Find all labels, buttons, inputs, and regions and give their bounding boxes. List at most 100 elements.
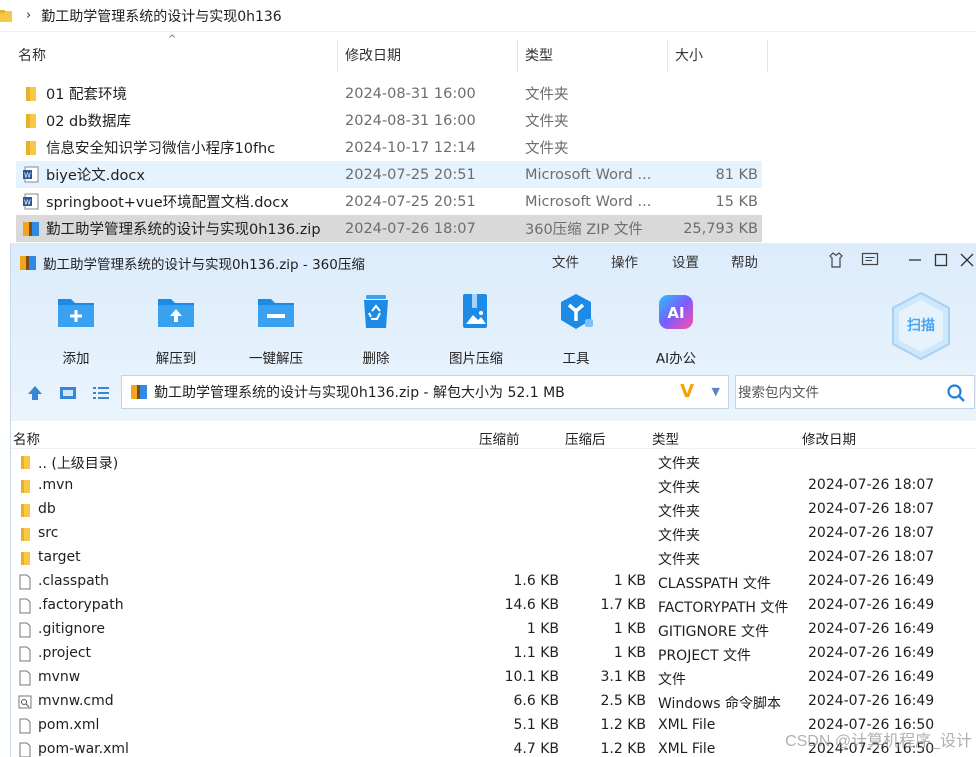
archive-row[interactable]: db 文件夹 2024-07-26 18:07 xyxy=(11,498,976,522)
window-title: 勤工助学管理系统的设计与实现0h136.zip - 360压缩 xyxy=(19,251,365,275)
entry-name: target xyxy=(38,549,81,565)
entry-size-after: 3.1 KB xyxy=(600,669,647,685)
folder-icon xyxy=(0,9,12,22)
file-type: 文件夹 xyxy=(525,114,569,130)
svg-text:W: W xyxy=(24,172,31,180)
breadcrumb-path[interactable]: 勤工助学管理系统的设计与实现0h136 xyxy=(41,6,282,26)
column-name[interactable]: 名称 xyxy=(13,428,40,448)
file-type: Microsoft Word ... xyxy=(525,166,652,183)
archive-row[interactable]: .mvn 文件夹 2024-07-26 18:07 xyxy=(11,474,976,498)
zip-archive-icon xyxy=(131,385,147,399)
entry-date: 2024-07-26 16:49 xyxy=(808,669,935,685)
archive-row[interactable]: .classpath 1.6 KB 1 KB CLASSPATH 文件 2024… xyxy=(11,570,976,594)
csdn-watermark: CSDN @计算机程序_设计 xyxy=(785,733,972,750)
menu-operate[interactable]: 操作 xyxy=(611,251,638,271)
close-icon[interactable] xyxy=(956,249,976,271)
archive-row[interactable]: .factorypath 14.6 KB 1.7 KB FACTORYPATH … xyxy=(11,594,976,618)
entry-date: 2024-07-26 16:49 xyxy=(808,693,935,709)
explorer-row[interactable]: W springboot+vue环境配置文档.docx 2024-07-25 2… xyxy=(16,188,762,215)
entry-size-after: 1 KB xyxy=(613,645,646,661)
archive-row[interactable]: .gitignore 1 KB 1 KB GITIGNORE 文件 2024-0… xyxy=(11,618,976,642)
vip-icon[interactable]: V xyxy=(680,381,694,402)
add-folder-icon xyxy=(58,299,94,327)
archive-row[interactable]: .. (上级目录) 文件夹 xyxy=(11,450,976,474)
file-name: 勤工助学管理系统的设计与实现0h136.zip xyxy=(46,222,321,238)
extract-folder-icon xyxy=(158,299,194,327)
one-click-extract-button[interactable]: 一键解压 xyxy=(236,291,316,367)
explorer-row[interactable]: 勤工助学管理系统的设计与实现0h136.zip 2024-07-26 18:07… xyxy=(16,215,762,242)
cmd-script-icon xyxy=(18,695,32,709)
file-type: 360压缩 ZIP 文件 xyxy=(525,222,643,238)
address-bar-row: 勤工助学管理系统的设计与实现0h136.zip - 解包大小为 52.1 MB … xyxy=(11,373,976,413)
address-field[interactable]: 勤工助学管理系统的设计与实现0h136.zip - 解包大小为 52.1 MB … xyxy=(121,375,729,409)
archive-row[interactable]: .project 1.1 KB 1 KB PROJECT 文件 2024-07-… xyxy=(11,642,976,666)
entry-name: .mvn xyxy=(38,477,74,493)
list-view-icon[interactable] xyxy=(91,383,111,403)
menu-help[interactable]: 帮助 xyxy=(731,251,758,271)
maximize-icon[interactable] xyxy=(930,249,952,271)
entry-size-before: 1.1 KB xyxy=(513,645,560,661)
file-type: 文件夹 xyxy=(525,141,569,157)
entry-name: .classpath xyxy=(38,573,110,589)
tools-icon xyxy=(561,294,593,329)
column-date[interactable]: 修改日期 xyxy=(802,428,856,448)
archive-row[interactable]: src 文件夹 2024-07-26 18:07 xyxy=(11,522,976,546)
add-button[interactable]: 添加 xyxy=(36,291,116,367)
entry-name: .project xyxy=(38,645,92,661)
dropdown-arrow-icon[interactable]: ▼ xyxy=(712,385,720,398)
entry-size-after: 1 KB xyxy=(613,621,646,637)
column-date[interactable]: 修改日期 xyxy=(337,40,401,72)
explorer-row[interactable]: W biye论文.docx 2024-07-25 20:51 Microsoft… xyxy=(16,161,762,188)
tools-button[interactable]: 工具 xyxy=(536,291,616,367)
entry-size-before: 4.7 KB xyxy=(513,741,560,757)
entry-size-before: 6.6 KB xyxy=(513,693,560,709)
entry-size-before: 10.1 KB xyxy=(504,669,559,685)
word-doc-icon: W xyxy=(23,193,39,210)
archive-row[interactable]: mvnw 10.1 KB 3.1 KB 文件 2024-07-26 16:49 xyxy=(11,666,976,690)
breadcrumb[interactable]: › 勤工助学管理系统的设计与实现0h136 xyxy=(0,0,976,32)
archive-row[interactable]: mvnw.cmd 6.6 KB 2.5 KB Windows 命令脚本 2024… xyxy=(11,690,976,714)
file-name: 02 db数据库 xyxy=(46,114,131,130)
add-label: 添加 xyxy=(62,351,90,367)
entry-type: 文件夹 xyxy=(658,504,700,520)
search-icon[interactable] xyxy=(946,383,966,403)
explorer-row[interactable]: 01 配套环境 2024-08-31 16:00 文件夹 xyxy=(16,80,762,107)
entry-type: Windows 命令脚本 xyxy=(658,696,781,712)
column-type[interactable]: 类型 xyxy=(652,428,679,448)
menu-file[interactable]: 文件 xyxy=(552,251,579,271)
explorer-column-headers: 名称 修改日期 类型 大小 xyxy=(0,40,770,72)
column-type[interactable]: 类型 xyxy=(517,40,553,72)
delete-label: 删除 xyxy=(362,351,390,367)
image-compress-button[interactable]: 图片压缩 xyxy=(436,291,516,367)
file-name: springboot+vue环境配置文档.docx xyxy=(46,195,289,211)
column-size-before[interactable]: 压缩前 xyxy=(479,428,520,448)
delete-button[interactable]: 删除 xyxy=(336,291,416,367)
explorer-row[interactable]: 信息安全知识学习微信小程序10fhc 2024-10-17 12:14 文件夹 xyxy=(16,134,762,161)
zip-archive-icon xyxy=(20,256,36,270)
recycle-bin-icon xyxy=(364,295,388,328)
column-size-after[interactable]: 压缩后 xyxy=(565,428,606,448)
extract-to-button[interactable]: 解压到 xyxy=(136,291,216,367)
search-box[interactable] xyxy=(735,375,975,409)
entry-name: .factorypath xyxy=(38,597,124,613)
menu-settings[interactable]: 设置 xyxy=(672,251,699,271)
entry-name: pom.xml xyxy=(38,717,100,733)
file-explorer: › 勤工助学管理系统的设计与实现0h136 名称 修改日期 类型 大小 ^ 01… xyxy=(0,0,976,245)
svg-text:AI: AI xyxy=(667,304,684,322)
skin-icon[interactable] xyxy=(825,249,847,271)
svg-text:W: W xyxy=(24,199,31,207)
column-size[interactable]: 大小 xyxy=(667,40,703,72)
scan-button[interactable]: 扫描 xyxy=(889,290,953,362)
column-name[interactable]: 名称 xyxy=(10,40,46,72)
folder-icon xyxy=(21,480,30,493)
thumbnail-view-icon[interactable] xyxy=(58,383,78,403)
entry-type: CLASSPATH 文件 xyxy=(658,576,771,592)
ai-office-button[interactable]: AI AI办公 xyxy=(636,291,716,367)
minimize-icon[interactable] xyxy=(904,249,926,271)
archive-row[interactable]: target 文件夹 2024-07-26 18:07 xyxy=(11,546,976,570)
up-arrow-icon[interactable] xyxy=(25,383,45,403)
feedback-icon[interactable] xyxy=(859,249,881,271)
image-compress-icon xyxy=(463,294,487,328)
explorer-row[interactable]: 02 db数据库 2024-08-31 16:00 文件夹 xyxy=(16,107,762,134)
search-input[interactable] xyxy=(738,384,938,400)
